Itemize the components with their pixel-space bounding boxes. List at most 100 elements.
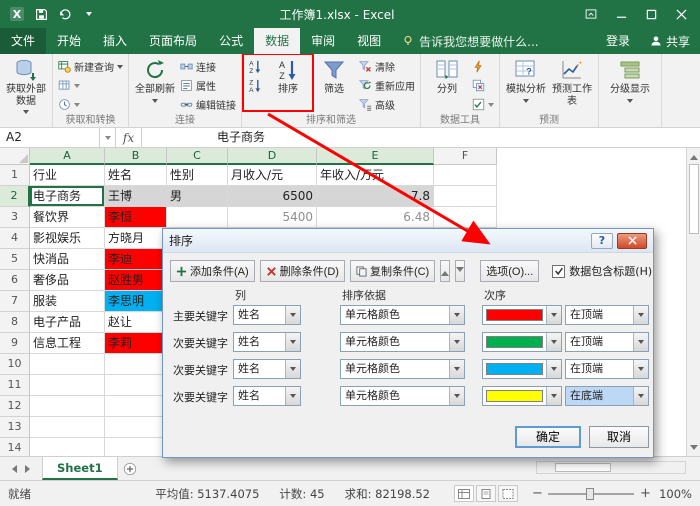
dropdown-arrow-icon[interactable] xyxy=(285,333,300,351)
row-header-3[interactable]: 3 xyxy=(0,207,30,228)
dropdown-arrow-icon[interactable] xyxy=(633,387,648,405)
what-if-analysis-button[interactable]: ? 模拟分析 xyxy=(503,56,549,108)
cell-A5[interactable]: 快消品 xyxy=(30,249,105,270)
has-headers-checkbox[interactable]: 数据包含标题(H) xyxy=(552,263,652,279)
dropdown-arrow-icon[interactable] xyxy=(546,360,561,378)
edit-links-button[interactable]: 编辑链接 xyxy=(178,96,238,113)
sort-column-select-1[interactable]: 姓名 xyxy=(233,305,301,325)
row-header-10[interactable]: 10 xyxy=(0,354,30,375)
zoom-in-button[interactable]: + xyxy=(640,486,650,501)
tab-data[interactable]: 数据 xyxy=(254,28,300,54)
recent-sources-button[interactable] xyxy=(56,96,125,113)
row-header-13[interactable]: 13 xyxy=(0,417,30,438)
cell-B8[interactable]: 赵让 xyxy=(105,312,167,333)
flash-fill-button[interactable] xyxy=(470,58,496,75)
dialog-help-button[interactable]: ? xyxy=(591,233,613,249)
scroll-down-button[interactable] xyxy=(687,442,700,456)
empty-cell[interactable] xyxy=(30,375,105,396)
dropdown-arrow-icon[interactable] xyxy=(633,306,648,324)
dropdown-arrow-icon[interactable] xyxy=(546,387,561,405)
cell-D2[interactable]: 6500 xyxy=(228,186,317,207)
row-header-7[interactable]: 7 xyxy=(0,291,30,312)
dropdown-arrow-icon[interactable] xyxy=(449,333,464,351)
column-header-b[interactable]: B xyxy=(105,148,167,165)
dropdown-arrow-icon[interactable] xyxy=(546,333,561,351)
cell-A1[interactable]: 行业 xyxy=(30,165,105,186)
sort-column-select-2[interactable]: 姓名 xyxy=(233,332,301,352)
select-all-button[interactable] xyxy=(0,148,30,165)
horizontal-scrollbar[interactable] xyxy=(536,461,686,474)
row-header-14[interactable]: 14 xyxy=(0,438,30,456)
column-header-f[interactable]: F xyxy=(434,148,497,165)
add-condition-button[interactable]: 添加条件(A) xyxy=(170,260,255,282)
ok-button[interactable]: 确定 xyxy=(515,426,581,448)
forecast-sheet-button[interactable]: 预测工作表 xyxy=(549,56,595,109)
filter-button[interactable]: 筛选 xyxy=(311,56,357,98)
connections-button[interactable]: 连接 xyxy=(178,58,238,75)
remove-duplicates-button[interactable] xyxy=(470,77,496,94)
vertical-scrollbar[interactable] xyxy=(686,148,700,456)
vertical-scroll-thumb[interactable] xyxy=(689,164,699,234)
row-header-8[interactable]: 8 xyxy=(0,312,30,333)
close-button[interactable] xyxy=(666,2,696,26)
dropdown-arrow-icon[interactable] xyxy=(285,306,300,324)
order-select-4[interactable]: 在底端 xyxy=(565,386,649,406)
tab-insert[interactable]: 插入 xyxy=(92,28,138,54)
empty-cell[interactable] xyxy=(105,417,167,438)
cell-D3[interactable]: 5400 xyxy=(228,207,317,228)
row-header-12[interactable]: 12 xyxy=(0,396,30,417)
cell-B7[interactable]: 李思明 xyxy=(105,291,167,312)
copy-condition-button[interactable]: 复制条件(C) xyxy=(350,260,435,282)
move-condition-up-button[interactable] xyxy=(440,260,450,282)
order-select-3[interactable]: 在顶端 xyxy=(565,359,649,379)
cell-A4[interactable]: 影视娱乐 xyxy=(30,228,105,249)
row-header-4[interactable]: 4 xyxy=(0,228,30,249)
column-header-c[interactable]: C xyxy=(167,148,228,165)
tab-page-layout[interactable]: 页面布局 xyxy=(138,28,208,54)
cell-B4[interactable]: 方晓月 xyxy=(105,228,167,249)
sort-on-select-2[interactable]: 单元格颜色 xyxy=(340,332,465,352)
cell-B6[interactable]: 赵胜男 xyxy=(105,270,167,291)
cell-B5[interactable]: 李迪 xyxy=(105,249,167,270)
sort-on-select-4[interactable]: 单元格颜色 xyxy=(340,386,465,406)
row-header-5[interactable]: 5 xyxy=(0,249,30,270)
order-select-1[interactable]: 在顶端 xyxy=(565,305,649,325)
next-sheet-button[interactable] xyxy=(25,465,34,473)
empty-cell[interactable] xyxy=(105,375,167,396)
customize-quick-access-button[interactable] xyxy=(80,5,98,23)
tab-home[interactable]: 开始 xyxy=(46,28,92,54)
empty-cell[interactable] xyxy=(105,438,167,456)
empty-cell[interactable] xyxy=(30,396,105,417)
empty-cell[interactable] xyxy=(434,165,497,186)
cell-E2[interactable]: 7.8 xyxy=(317,186,434,207)
row-header-6[interactable]: 6 xyxy=(0,270,30,291)
refresh-all-button[interactable]: 全部刷新 xyxy=(132,56,178,108)
empty-cell[interactable] xyxy=(434,207,497,228)
tell-me-box[interactable]: 告诉我您想要做什么... xyxy=(392,28,548,54)
sort-on-select-3[interactable]: 单元格颜色 xyxy=(340,359,465,379)
dropdown-arrow-icon[interactable] xyxy=(633,333,648,351)
column-header-d[interactable]: D xyxy=(228,148,317,165)
page-layout-view-button[interactable] xyxy=(476,485,496,502)
page-break-preview-button[interactable] xyxy=(498,485,518,502)
cell-A8[interactable]: 电子产品 xyxy=(30,312,105,333)
zoom-level[interactable]: 100% xyxy=(656,487,692,501)
insert-function-button[interactable]: fx xyxy=(116,128,142,147)
new-query-button[interactable]: 新建查询 xyxy=(56,58,125,75)
outline-button[interactable]: 分级显示 xyxy=(602,56,658,108)
sort-column-select-4[interactable]: 姓名 xyxy=(233,386,301,406)
save-button[interactable] xyxy=(32,5,50,23)
sort-column-select-3[interactable]: 姓名 xyxy=(233,359,301,379)
empty-cell[interactable] xyxy=(30,354,105,375)
move-condition-down-button[interactable] xyxy=(455,260,465,282)
column-header-a[interactable]: A xyxy=(30,148,105,165)
sort-dialog-titlebar[interactable]: 排序 ? xyxy=(163,229,653,253)
order-select-2[interactable]: 在顶端 xyxy=(565,332,649,352)
zoom-out-button[interactable]: − xyxy=(532,486,542,501)
empty-cell[interactable] xyxy=(30,417,105,438)
clear-filter-button[interactable]: 清除 xyxy=(357,58,417,75)
sort-options-button[interactable]: 选项(O)... xyxy=(480,260,539,282)
maximize-button[interactable] xyxy=(636,2,666,26)
dialog-close-button[interactable] xyxy=(617,233,647,249)
cell-A7[interactable]: 服装 xyxy=(30,291,105,312)
